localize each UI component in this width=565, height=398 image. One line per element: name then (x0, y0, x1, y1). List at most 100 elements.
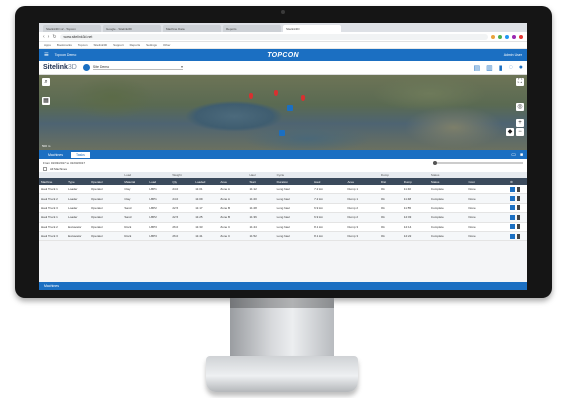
organization-label[interactable]: Topcon Demo (55, 53, 77, 57)
table-cell: Done (466, 212, 509, 223)
extension-icon[interactable] (505, 34, 509, 39)
edit-icon[interactable] (510, 224, 516, 230)
bookmark-item[interactable]: Other (163, 43, 171, 47)
search-icon[interactable]: ⌕ (42, 78, 50, 86)
browser-tab[interactable]: Google - Sitelink3D (103, 25, 161, 32)
extension-icon[interactable] (512, 34, 516, 39)
table-cell: Long haul (274, 193, 313, 204)
user-menu[interactable]: Admin User (504, 53, 522, 57)
column-header[interactable]: Load (147, 178, 171, 185)
table-row[interactable]: Haul Truck 1 Loader Operator Clay LBP1 24.0 11… (39, 185, 527, 195)
profile-icon[interactable] (519, 34, 523, 39)
hamburger-menu-icon[interactable]: ≡ (44, 51, 49, 59)
table-row[interactable]: Haul Truck 2 Excavator Operator Rock LBP3 26.… (39, 222, 527, 232)
close-icon[interactable]: ■ (520, 152, 523, 158)
edit-icon[interactable] (510, 196, 516, 202)
column-header[interactable]: Dump (401, 178, 429, 185)
extension-icon[interactable] (491, 34, 495, 39)
table-row[interactable]: Haul Truck 3 Loader Operator Sand LBP2 22.5 11… (39, 203, 527, 214)
column-header[interactable]: Cost (466, 178, 509, 185)
column-header[interactable]: Area (345, 178, 379, 185)
table-row[interactable]: Haul Truck 1 Loader Operator Sand LBP2 22.5 11… (39, 212, 527, 223)
fullscreen-icon[interactable]: ⛶ (516, 78, 524, 86)
browser-tab[interactable]: Machine Data (163, 25, 221, 32)
forward-icon[interactable]: › (48, 34, 50, 40)
bottom-bar[interactable]: Machines (39, 282, 527, 290)
tab-tasks[interactable]: Tasks (70, 151, 90, 158)
edit-icon[interactable] (510, 205, 516, 211)
browser-tab[interactable]: Reports (223, 25, 281, 32)
machine-marker-icon[interactable] (287, 105, 293, 111)
table-cell: Ok (378, 212, 402, 223)
layers-icon[interactable]: ▦ (42, 97, 50, 105)
panel-tab-bar: Machines Tasks ▭ ■ (39, 150, 527, 159)
machine-filter[interactable]: All Machines (50, 167, 67, 171)
delete-icon[interactable] (517, 233, 521, 239)
column-header[interactable]: Duration (274, 178, 313, 185)
browser-tab[interactable]: Sitelink3D v2 - Topcon (43, 25, 101, 32)
tab-machines[interactable]: Machines (43, 152, 68, 158)
map-pin-icon[interactable] (301, 95, 305, 101)
bookmark-item[interactable]: Sitelink3D (94, 43, 108, 47)
bookmark-item[interactable]: Topcon (78, 43, 88, 47)
extension-icon[interactable] (498, 34, 502, 39)
column-header[interactable]: Material (122, 178, 148, 185)
delete-icon[interactable] (517, 205, 521, 211)
edit-icon[interactable] (510, 214, 516, 220)
reload-icon[interactable]: ↻ (52, 34, 56, 40)
edit-icon[interactable] (510, 186, 516, 192)
column-header[interactable]: Type (66, 178, 90, 185)
column-header[interactable]: Start (247, 178, 275, 185)
table-cell: 8.1 km (312, 231, 346, 242)
table-row[interactable]: Haul Truck 3 Excavator Operator Rock LBP3 26.… (39, 231, 527, 242)
back-icon[interactable]: ‹ (43, 34, 45, 40)
browser-tab-active[interactable]: Sitelink3D (283, 25, 341, 32)
bookmark-item[interactable]: Settings (146, 43, 157, 47)
delete-icon[interactable] (517, 224, 521, 230)
column-header[interactable]: Status (428, 178, 467, 185)
locate-icon[interactable]: ◎ (516, 103, 524, 111)
table-cell: 11:36 (247, 212, 275, 223)
url-field[interactable]: www.sitelink3d.net (59, 33, 488, 40)
map-pin-icon[interactable] (274, 90, 278, 96)
chat-icon[interactable]: ◌ (509, 64, 513, 72)
bookmark-item[interactable]: Apps (44, 43, 51, 47)
gear-icon[interactable]: ⚙ (510, 180, 513, 184)
column-header[interactable]: Area (218, 178, 248, 185)
delete-icon[interactable] (517, 214, 521, 220)
date-range-filter[interactable]: From 01/03/2017 to 31/03/2017 (43, 161, 85, 165)
column-header[interactable]: Machine (39, 178, 67, 185)
column-header[interactable]: Haul (312, 178, 346, 185)
site-selector[interactable]: Site Demo ▾ (92, 65, 183, 70)
table-cell: Done (466, 193, 509, 204)
bookmark-item[interactable]: Support (113, 43, 124, 47)
select-all-checkbox[interactable] (43, 167, 47, 171)
column-header[interactable]: Dist (378, 178, 402, 185)
machine-marker-icon[interactable] (279, 130, 285, 136)
edit-icon[interactable] (510, 233, 516, 239)
site-map[interactable]: ⌕ ▦ ⛶ ◎ + − ◆ 500 m (39, 75, 527, 150)
table-row[interactable]: Haul Truck 2 Loader Operator Clay LBP1 24.0 11… (39, 193, 527, 204)
table-cell: Operator (89, 193, 123, 204)
chart-icon[interactable]: ▥ (486, 64, 493, 72)
delete-icon[interactable] (517, 196, 521, 202)
row-actions (508, 185, 527, 195)
info-icon[interactable]: ● (519, 64, 523, 72)
list-icon[interactable]: ▤ (473, 64, 480, 72)
zoom-out-button[interactable]: − (516, 128, 524, 136)
table-cell: Zone C (218, 222, 248, 232)
compass-icon[interactable]: ◆ (506, 128, 514, 136)
bookmark-item[interactable]: Reports (130, 43, 141, 47)
time-slider[interactable] (433, 160, 523, 165)
bookmark-item[interactable]: Bookmarks (57, 43, 72, 47)
expand-icon[interactable]: ▭ (511, 152, 516, 158)
document-icon[interactable]: ▮ (499, 64, 503, 72)
column-header[interactable]: Qty (170, 178, 194, 185)
column-header[interactable]: Loaded (193, 178, 219, 185)
zoom-in-button[interactable]: + (516, 119, 524, 127)
settings-column-header[interactable]: ⚙ (508, 178, 527, 185)
delete-icon[interactable] (517, 186, 521, 192)
column-header[interactable]: Operator (89, 178, 123, 185)
map-pin-icon[interactable] (249, 93, 253, 99)
table-cell: Haul Truck 2 (39, 193, 67, 204)
